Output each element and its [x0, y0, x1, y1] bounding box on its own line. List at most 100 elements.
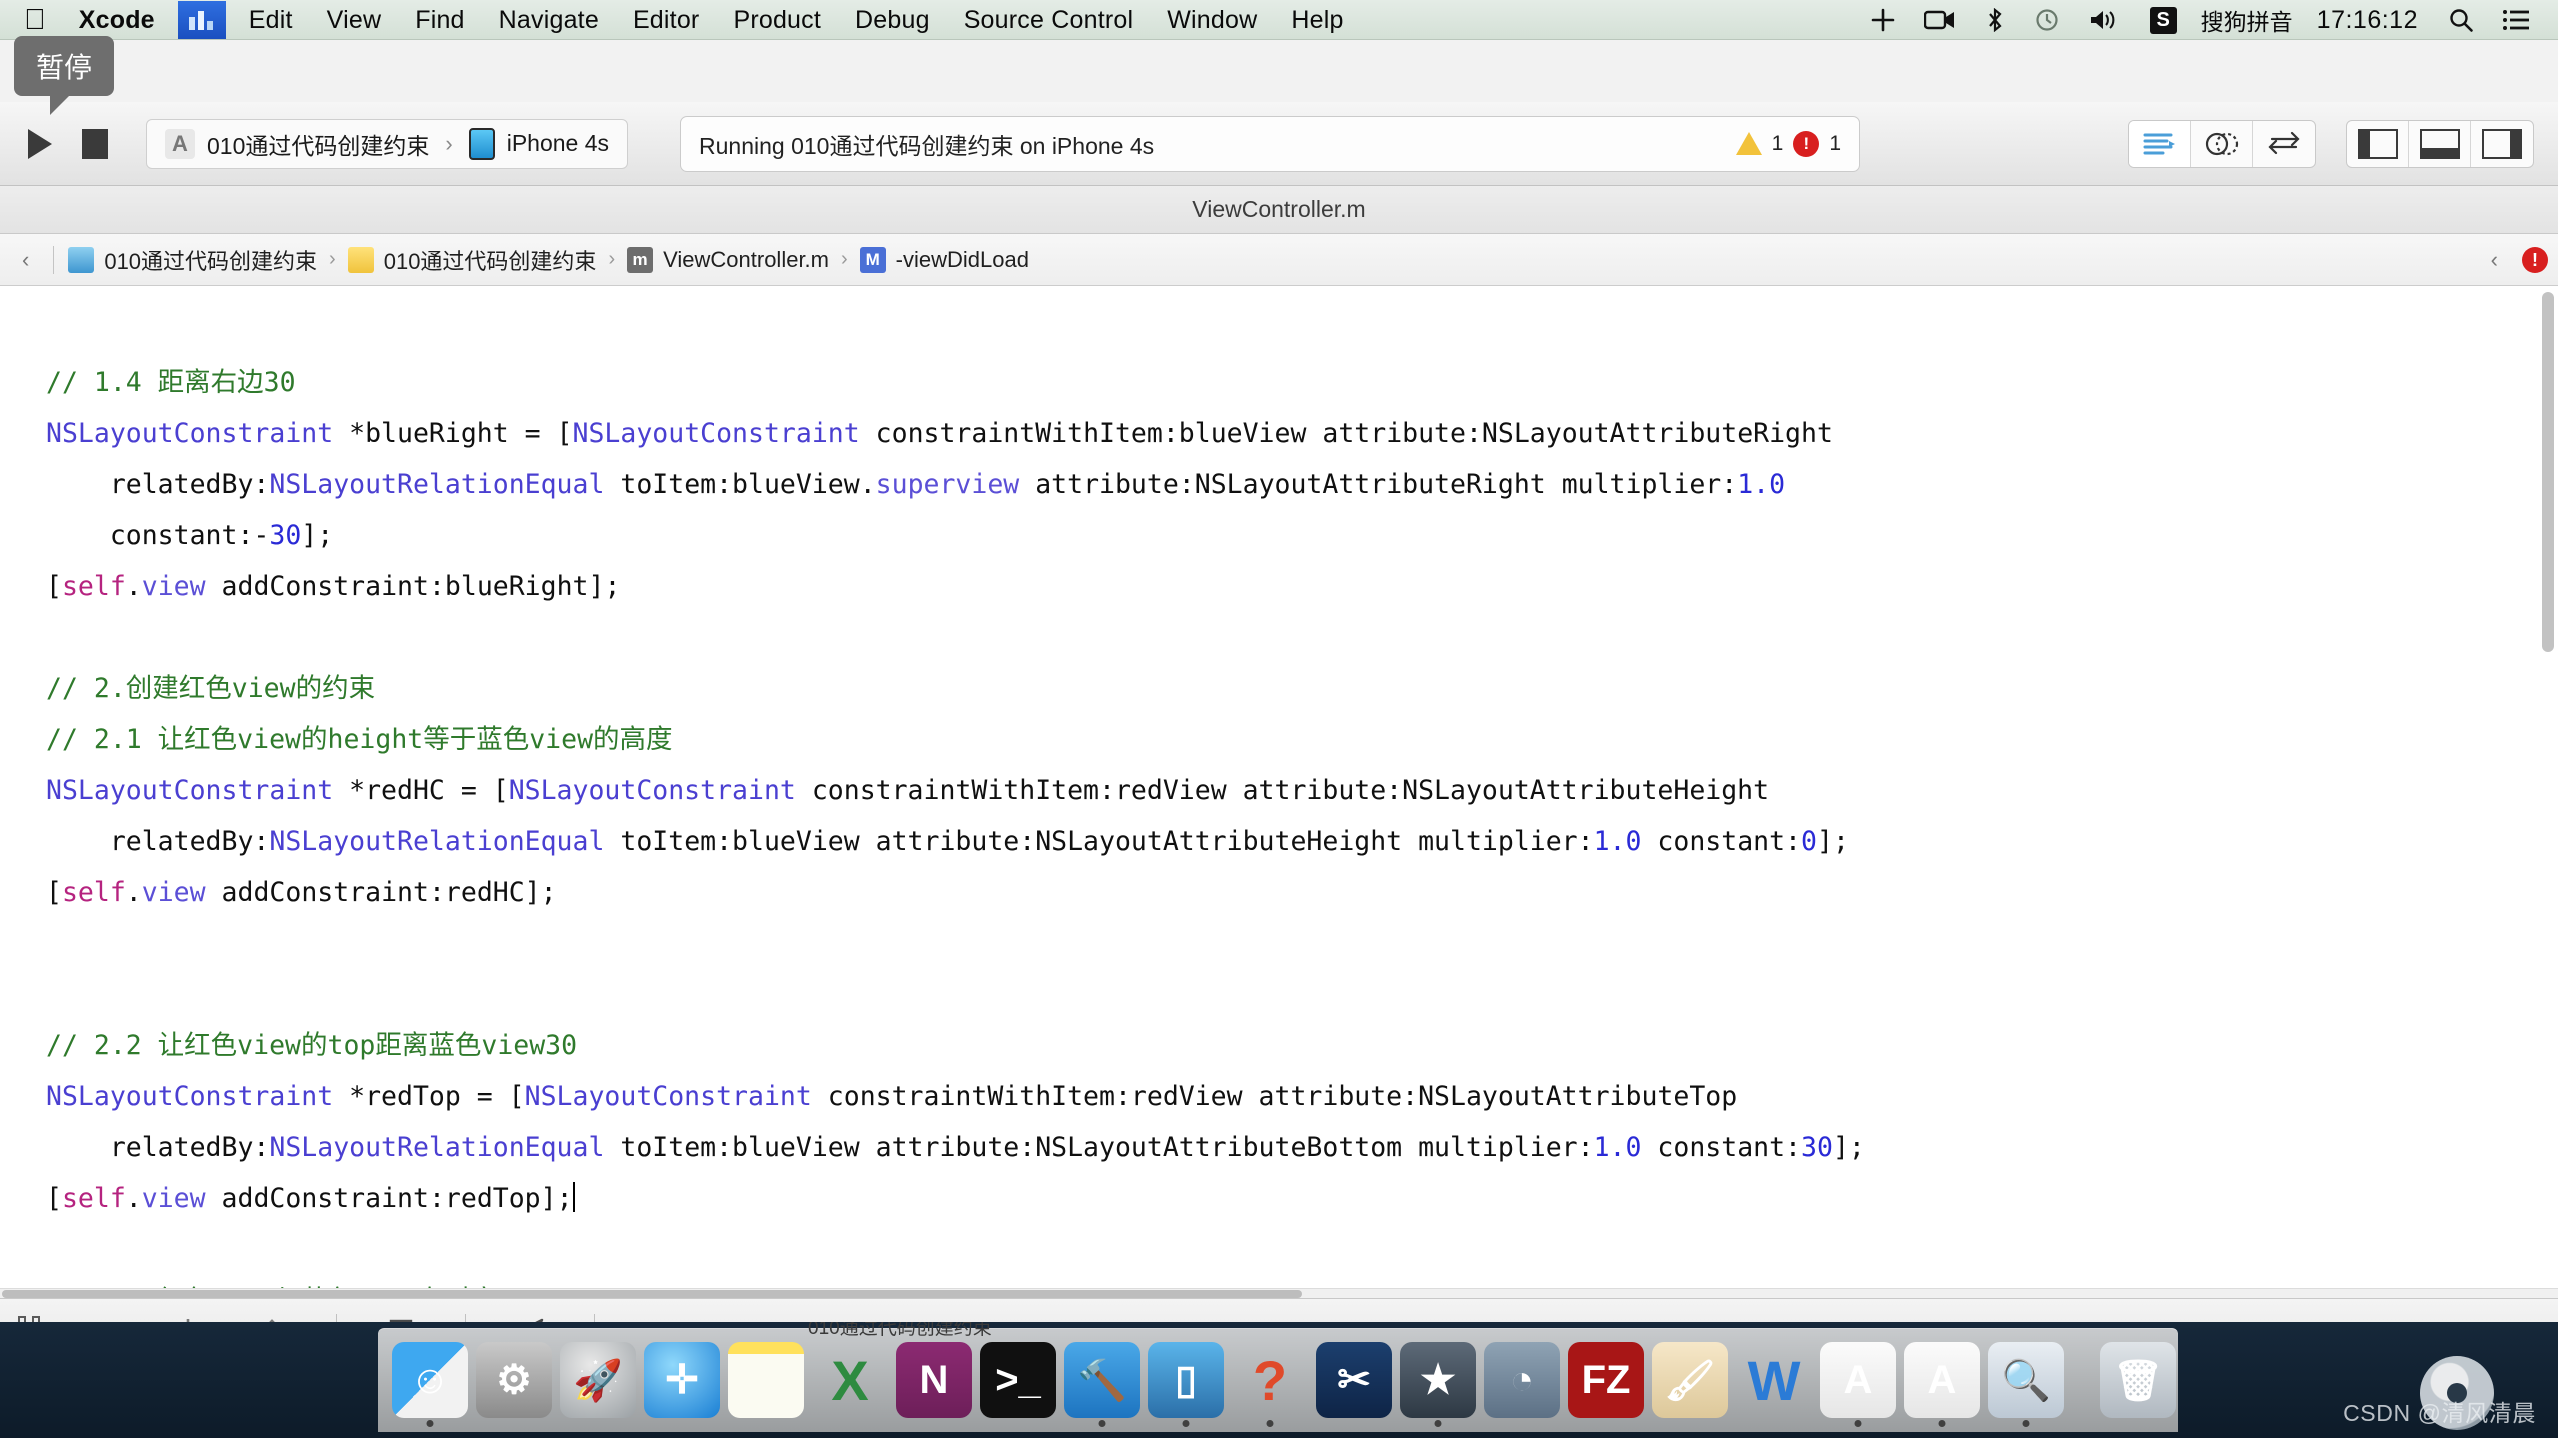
version-editor-button[interactable] [2253, 121, 2315, 167]
dock-item-word[interactable]: W [1736, 1342, 1812, 1418]
scheme-chevron-icon: › [441, 131, 456, 157]
dock-item-final-cut[interactable]: ✂ [1316, 1342, 1392, 1418]
toggle-utilities-button[interactable] [2471, 121, 2533, 167]
dock-item-glyph: ★ [1420, 1357, 1456, 1403]
code-line: relatedBy:NSLayoutRelationEqual toItem:b… [46, 826, 1849, 857]
assistant-editor-button[interactable] [2191, 121, 2253, 167]
stop-button[interactable] [82, 129, 108, 159]
dock-running-indicator [1099, 1420, 1106, 1427]
menu-item-window[interactable]: Window [1150, 0, 1274, 40]
menu-item-edit[interactable]: Edit [232, 0, 310, 40]
menu-item-find[interactable]: Find [398, 0, 481, 40]
warning-icon [1736, 132, 1762, 155]
project-icon [68, 247, 94, 273]
breadcrumb-chevron-3-icon: › [829, 248, 860, 271]
menu-item-navigate[interactable]: Navigate [482, 0, 616, 40]
menu-item-editor[interactable]: Editor [616, 0, 717, 40]
dock-item-trash[interactable]: 🗑 [2100, 1342, 2176, 1418]
xcode-toolbar: 010通过代码创建约束 › iPhone 4s Running 010通过代码创… [0, 102, 2558, 186]
input-method-label[interactable]: 搜狗拼音 [2193, 3, 2299, 37]
warning-count: 1 [1772, 132, 1784, 156]
breadcrumb-back-icon[interactable]: ‹ [12, 247, 39, 273]
apple-logo-icon[interactable]:  [22, 2, 62, 38]
search-icon[interactable] [2436, 0, 2486, 40]
dock-item-stickies[interactable] [728, 1342, 804, 1418]
airplay-icon[interactable] [1858, 0, 1908, 40]
dock-item-textedit-1[interactable]: A [1820, 1342, 1896, 1418]
menu-item-source-control[interactable]: Source Control [947, 0, 1151, 40]
code-line [46, 979, 62, 1010]
toggle-navigator-button[interactable] [2347, 121, 2409, 167]
breadcrumb-prev-icon[interactable]: ‹ [2481, 247, 2508, 273]
activity-status-bar: Running 010通过代码创建约束 on iPhone 4s 1 ! 1 [680, 116, 1860, 172]
menu-item-xcode[interactable]: Xcode [62, 0, 172, 40]
dock-running-indicator [2023, 1420, 2030, 1427]
run-button[interactable] [28, 129, 52, 159]
dock-item-paintbrush[interactable]: 🖌 [1652, 1342, 1728, 1418]
dock-item-glyph: ☺ [410, 1358, 451, 1403]
dock: 010通过代码创建约束 ☺⚙🚀✛XN>_🔨▯?✂★◔FZ🖌WAA🔍🗑 [378, 1328, 2178, 1432]
dock-item-glyph: ▯ [1175, 1357, 1197, 1403]
code-line: NSLayoutConstraint *redTop = [NSLayoutCo… [46, 1081, 1737, 1112]
standard-editor-button[interactable] [2129, 121, 2191, 167]
dock-item-excel[interactable]: X [812, 1342, 888, 1418]
dock-item-system-preferences[interactable]: ⚙ [476, 1342, 552, 1418]
source-editor[interactable]: // 1.4 距离右边30 NSLayoutConstraint *blueRi… [0, 286, 2558, 1298]
menu-bar:  Xcode Edit View Find Navigate Editor P… [0, 0, 2558, 40]
toolbar-right-controls [2128, 102, 2534, 186]
menu-item-view[interactable]: View [310, 0, 399, 40]
dock-item-simulator[interactable]: ▯ [1148, 1342, 1224, 1418]
dock-item-image-viewer[interactable]: 🔍 [1988, 1342, 2064, 1418]
dock-running-indicator [1939, 1420, 1946, 1427]
screen-record-icon[interactable] [1912, 0, 1968, 40]
menu-bar-clock[interactable]: 17:16:12 [2303, 6, 2432, 35]
error-badge[interactable]: ! [2522, 247, 2548, 273]
menu-item-help[interactable]: Help [1274, 0, 1360, 40]
code-line: [self.view addConstraint:redHC]; [46, 877, 557, 908]
notification-center-icon[interactable] [2490, 0, 2542, 40]
menu-item-debug[interactable]: Debug [838, 0, 947, 40]
breadcrumb-item-method[interactable]: M -viewDidLoad [860, 247, 1029, 273]
objc-file-icon: m [627, 247, 653, 273]
dock-item-filezilla[interactable]: FZ [1568, 1342, 1644, 1418]
dock-item-launchpad[interactable]: 🚀 [560, 1342, 636, 1418]
dock-item-glyph: 🗑 [2113, 1357, 2164, 1404]
scheme-name-label: 010通过代码创建约束 [207, 127, 429, 161]
breadcrumb-label-file: ViewController.m [663, 247, 829, 273]
time-machine-icon[interactable] [2022, 0, 2072, 40]
code-line [46, 928, 62, 959]
scheme-app-icon [165, 129, 195, 159]
sogou-input-icon[interactable]: S [2138, 0, 2189, 40]
toggle-debug-area-button[interactable] [2409, 121, 2471, 167]
horizontal-scrollbar[interactable] [0, 1288, 2558, 1298]
scheme-selector[interactable]: 010通过代码创建约束 › iPhone 4s [146, 119, 628, 169]
issue-badges[interactable]: 1 ! 1 [1736, 117, 1841, 171]
dock-item-glyph: >_ [995, 1358, 1041, 1403]
xcode-app-badge-icon[interactable] [178, 1, 226, 39]
bluetooth-icon[interactable] [1972, 0, 2018, 40]
dock-item-xcode[interactable]: 🔨 [1064, 1342, 1140, 1418]
dock-item-textedit-2[interactable]: A [1904, 1342, 1980, 1418]
dock-item-imovie[interactable]: ★ [1400, 1342, 1476, 1418]
tooltip-pause: 暂停 [14, 36, 114, 96]
volume-icon[interactable] [2076, 0, 2134, 40]
dock-item-acrobat[interactable]: ? [1232, 1342, 1308, 1418]
dock-item-glyph: ✂ [1337, 1357, 1371, 1403]
editor-mode-group [2128, 120, 2316, 168]
document-title-bar: ViewController.m [0, 186, 2558, 234]
vertical-scrollbar[interactable] [2542, 292, 2554, 652]
dock-item-onenote[interactable]: N [896, 1342, 972, 1418]
breadcrumb-item-project[interactable]: 010通过代码创建约束 [68, 244, 317, 276]
dock-running-indicator [1183, 1420, 1190, 1427]
dock-item-glyph: ✛ [665, 1357, 699, 1403]
dock-item-safari[interactable]: ✛ [644, 1342, 720, 1418]
dock-item-terminal[interactable]: >_ [980, 1342, 1056, 1418]
breadcrumb-item-folder[interactable]: 010通过代码创建约束 [348, 244, 597, 276]
breadcrumb-item-file[interactable]: m ViewController.m [627, 247, 829, 273]
horizontal-scrollbar-thumb[interactable] [2, 1290, 1302, 1298]
code-line: [self.view addConstraint:redTop]; [46, 1183, 575, 1214]
dock-item-finder[interactable]: ☺ [392, 1342, 468, 1418]
dock-item-preview[interactable]: ◔ [1484, 1342, 1560, 1418]
breadcrumb-label-method: -viewDidLoad [896, 247, 1029, 273]
menu-item-product[interactable]: Product [716, 0, 838, 40]
